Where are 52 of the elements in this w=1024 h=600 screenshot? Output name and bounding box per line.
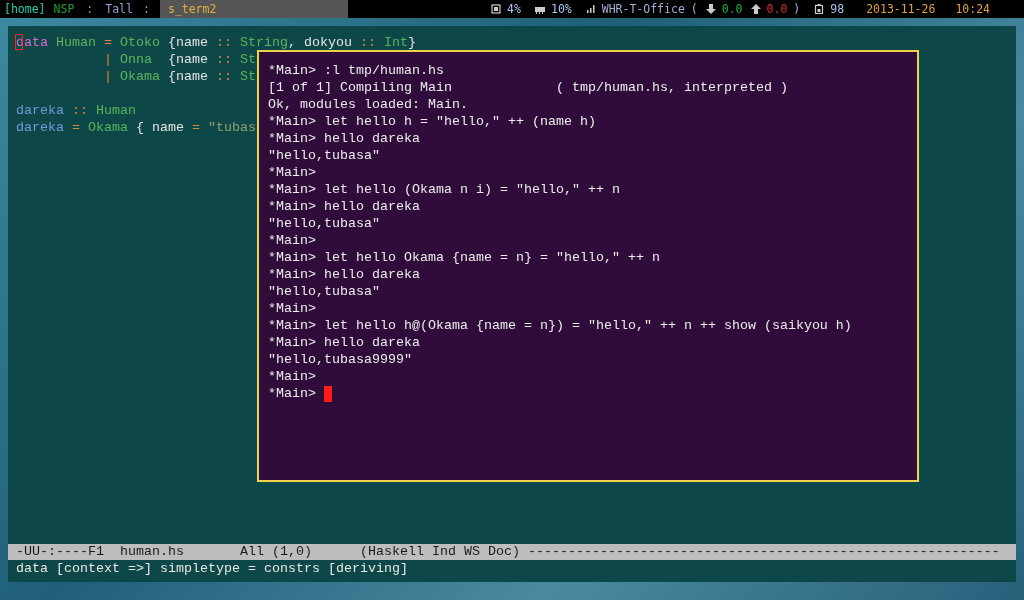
terminal-line: "hello,tubasa" bbox=[268, 215, 380, 232]
terminal-line: *Main> let hello h@(Okama {name = n}) = "hello," ++ n ++ show (saikyou h) bbox=[268, 317, 852, 334]
terminal-line: *Main> bbox=[268, 232, 316, 249]
down-arrow-icon bbox=[705, 4, 716, 14]
paren-text: ) bbox=[793, 2, 801, 16]
code-line: dareka = Okama { name = "tubas bbox=[16, 120, 256, 135]
terminal-line: *Main> hello dareka bbox=[268, 130, 420, 147]
terminal-line: *Main> let hello (Okama n i) = "hello," ++ n bbox=[268, 181, 620, 198]
battery-level-text: 98 bbox=[830, 2, 845, 16]
terminal-line: [1 of 1] Compiling Main ( tmp/human.hs, interpreted ) bbox=[268, 79, 788, 96]
buffer-name: human.hs bbox=[120, 544, 184, 560]
terminal-line: Ok, modules loaded: Main. bbox=[268, 96, 468, 113]
terminal-line: "hello,tubasa9999" bbox=[268, 351, 412, 368]
code-line: | Onna {name :: St bbox=[102, 52, 256, 67]
separator-text: : bbox=[142, 2, 150, 16]
terminal-line: *Main> :l tmp/human.hs bbox=[268, 62, 444, 79]
code-line: | Okama {name :: St bbox=[102, 69, 256, 84]
window-title: s_term2 bbox=[159, 0, 348, 18]
battery-icon bbox=[814, 4, 825, 14]
download-rate: 0.0 bbox=[721, 2, 743, 16]
terminal-line: *Main> let hello Okama {name = n} = "hello," ++ n bbox=[268, 249, 660, 266]
code-line: dareka :: Human bbox=[16, 103, 136, 118]
memory-icon bbox=[534, 4, 545, 14]
terminal-line: *Main> bbox=[268, 368, 316, 385]
terminal-line: *Main> hello dareka bbox=[268, 334, 420, 351]
chip-icon bbox=[491, 4, 502, 14]
buffer-status-text: -UU-:----F1 bbox=[16, 544, 104, 560]
network-name: WHR-T-Office bbox=[601, 2, 685, 16]
dash-fill-text: ----------------------------------------------------------- bbox=[527, 544, 1000, 560]
clock-time: 10:24 bbox=[955, 2, 990, 16]
layout-label: Tall bbox=[105, 2, 133, 16]
up-arrow-icon bbox=[750, 4, 761, 14]
workspace-label[interactable]: NSP bbox=[51, 2, 77, 16]
terminal-line: *Main> bbox=[268, 164, 316, 181]
major-mode-text: (Haskell Ind WS Doc) bbox=[359, 544, 520, 560]
terminal-line: *Main> bbox=[268, 385, 316, 402]
terminal-line: *Main> bbox=[268, 300, 316, 317]
separator-text: : bbox=[86, 2, 94, 16]
minibuffer-text: data [context =>] simpletype = constrs [deriving] bbox=[15, 560, 409, 578]
terminal-line: *Main> hello dareka bbox=[268, 198, 420, 215]
date-text: 2013-11-26 bbox=[866, 2, 936, 16]
workspace-label[interactable]: [home] bbox=[0, 2, 48, 16]
paren-text: ( bbox=[690, 2, 698, 16]
memory-usage-text: 10% bbox=[550, 2, 572, 16]
terminal-line: "hello,tubasa" bbox=[268, 283, 380, 300]
cpu-usage-text: 4% bbox=[507, 2, 521, 16]
terminal-line: *Main> let hello h = "hello," ++ (name h) bbox=[268, 113, 596, 130]
terminal-line: "hello,tubasa" bbox=[268, 147, 380, 164]
terminal-line: *Main> hello dareka bbox=[268, 266, 420, 283]
upload-rate: 0.0 bbox=[766, 2, 788, 16]
cursor-position-text: All (1,0) bbox=[240, 544, 312, 560]
signal-bars-icon bbox=[585, 4, 596, 14]
